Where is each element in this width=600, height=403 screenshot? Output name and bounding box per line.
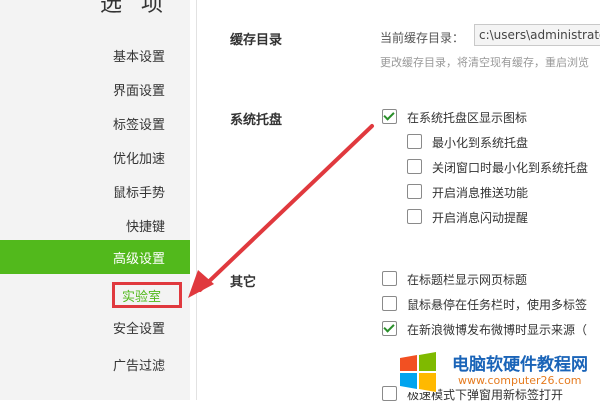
watermark-url: www.computer26.com xyxy=(458,374,582,387)
watermark-title: 电脑软硬件教程网 xyxy=(452,355,588,375)
watermark-logo xyxy=(398,352,438,392)
annotation-arrow xyxy=(188,124,374,298)
